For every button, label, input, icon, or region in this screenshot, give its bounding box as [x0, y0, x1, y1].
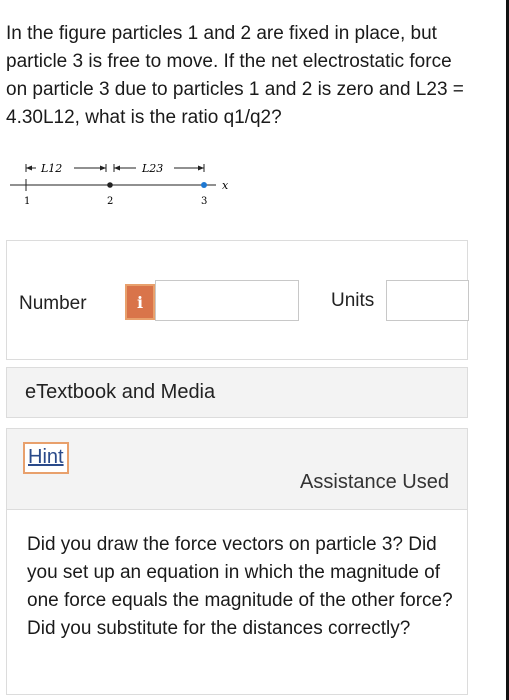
x-axis-label: x	[222, 179, 229, 192]
hint-text: Did you draw the force vectors on partic…	[27, 534, 453, 639]
assistance-used-label: Assistance Used	[300, 471, 449, 493]
number-input[interactable]	[155, 280, 299, 321]
particle-2	[107, 182, 113, 188]
hint-content: Did you draw the force vectors on partic…	[6, 510, 468, 695]
l12-label: L12	[40, 162, 62, 175]
particle-3-label: 3	[201, 196, 207, 207]
units-select[interactable]	[386, 280, 469, 321]
answer-panel: Number i Units	[6, 240, 469, 360]
hint-button[interactable]: Hint	[23, 442, 69, 474]
info-icon[interactable]: i	[125, 284, 155, 320]
l23-label: L23	[141, 162, 163, 175]
etextbook-panel[interactable]: eTextbook and Media	[6, 367, 468, 418]
number-label: Number	[19, 293, 87, 314]
particle-3	[201, 182, 207, 188]
units-label: Units	[331, 290, 375, 311]
particle-2-label: 2	[107, 196, 113, 207]
question-text: In the figure particles 1 and 2 are fixe…	[6, 23, 464, 128]
particle-figure: L12 L23 x 1 2 3	[10, 162, 229, 207]
hint-panel: Hint Assistance Used	[6, 428, 468, 510]
etextbook-label: eTextbook and Media	[25, 381, 216, 403]
particle-1-label: 1	[24, 196, 30, 207]
